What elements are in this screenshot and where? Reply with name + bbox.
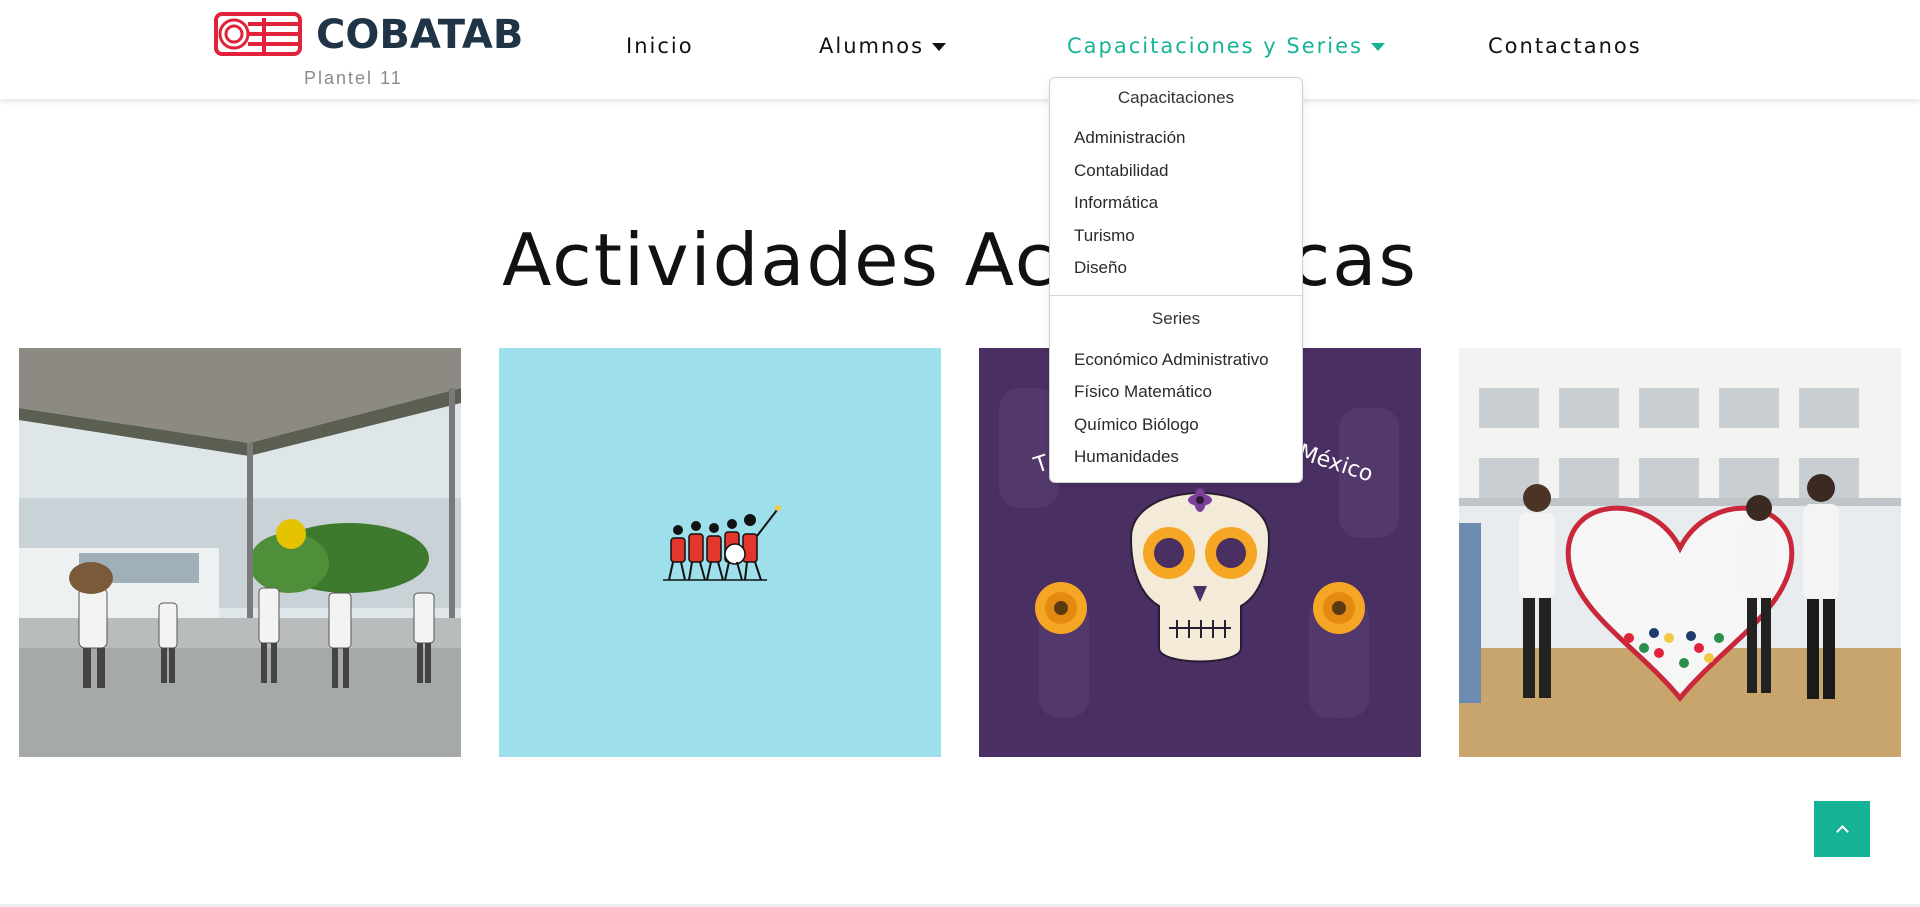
dropdown-item-administracion[interactable]: Administración [1074,128,1186,148]
capacitaciones-dropdown: Capacitaciones Administración Contabilid… [1049,77,1303,483]
dropdown-item-economico-administrativo[interactable]: Económico Administrativo [1074,350,1269,370]
basketball-court-photo [19,348,461,757]
back-to-top-button[interactable] [1814,801,1870,857]
logo-wordmark: COBATAB [316,12,524,58]
chevron-up-icon [1836,825,1849,838]
nav-alumnos-label: Alumnos [819,34,925,58]
caret-down-icon [1370,43,1385,51]
nav-alumnos[interactable]: Alumnos [819,34,947,58]
nav-contactanos-label: Contactanos [1488,34,1642,58]
nav-contactanos[interactable]: Contactanos [1488,34,1642,58]
marching-band-illustration [499,348,941,757]
group-heart-sculpture-photo [1459,348,1901,757]
dropdown-divider [1050,295,1302,296]
site-header: COBATAB Plantel 11 Inicio Alumnos Capaci… [0,0,1920,99]
activity-tile-1[interactable] [19,348,461,757]
dropdown-header-capacitaciones: Capacitaciones [1117,88,1235,107]
nav-capacitaciones-series[interactable]: Capacitaciones y Series [1067,34,1385,58]
dropdown-item-turismo[interactable]: Turismo [1074,226,1135,246]
marigold-flower-left [1035,582,1087,634]
nav-capacitaciones-label: Capacitaciones y Series [1067,34,1363,58]
caret-down-icon [932,43,947,51]
section-title: Actividades Académicas [502,218,1418,303]
dropdown-item-contabilidad[interactable]: Contabilidad [1074,161,1169,181]
cobatab-logo-icon [214,12,302,56]
nav-inicio[interactable]: Inicio [626,34,694,58]
logo-subtitle: Plantel 11 [304,68,403,88]
dropdown-item-diseno[interactable]: Diseño [1074,258,1127,278]
dropdown-item-informatica[interactable]: Informática [1074,193,1158,213]
site-logo[interactable]: COBATAB Plantel 11 [214,10,523,90]
marigold-flower-right [1313,582,1365,634]
nav-inicio-label: Inicio [626,34,694,58]
dropdown-item-quimico-biologo[interactable]: Químico Biólogo [1074,415,1199,435]
dropdown-item-fisico-matematico[interactable]: Físico Matemático [1074,382,1212,402]
activity-tile-4[interactable] [1459,348,1901,757]
dropdown-item-humanidades[interactable]: Humanidades [1074,447,1179,467]
activity-tile-2[interactable] [499,348,941,757]
dropdown-header-series: Series [1151,309,1201,328]
